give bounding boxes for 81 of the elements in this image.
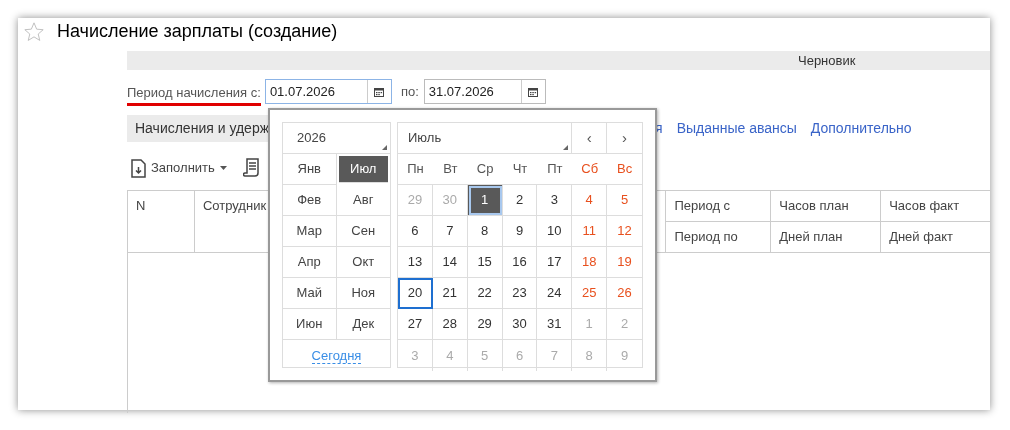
day-cell[interactable]: 9 [502,216,538,247]
month-option[interactable]: Июл [338,156,388,183]
column-header: Период по [666,221,771,252]
day-cell[interactable]: 2 [502,185,538,216]
next-month-button[interactable]: › [607,123,642,154]
month-option[interactable]: Сен [336,216,390,247]
day-cell[interactable]: 1 [467,185,503,216]
day-cell[interactable]: 17 [537,247,573,278]
status-text: Черновик [798,51,856,70]
to-label: по: [400,82,419,101]
previous-month-button[interactable]: ‹ [572,123,608,154]
day-cell[interactable]: 11 [572,216,608,247]
day-cell[interactable]: 22 [467,278,503,309]
document-download-icon [131,158,146,178]
day-cell[interactable]: 15 [467,247,503,278]
date-value: 31.07.2026 [427,83,495,101]
fill-button[interactable]: Заполнить [127,156,227,180]
date-field[interactable]: 01.07.2026 [264,79,392,104]
tab[interactable]: Выданные авансы [672,115,801,142]
column-header: Период с [673,197,732,215]
weekday-label: Пт [537,154,573,185]
month-option[interactable]: Авг [336,185,390,216]
day-cell[interactable]: 24 [537,278,573,309]
day-cell[interactable]: 10 [537,216,573,247]
day-cell[interactable]: 31 [537,309,573,340]
day-cell[interactable]: 30 [502,309,538,340]
day-cell[interactable]: 21 [432,278,468,309]
day-cell[interactable]: 4 [572,185,608,216]
day-cell[interactable]: 8 [467,216,503,247]
month-option[interactable]: Мар [283,216,337,247]
column-header: Часов план [778,197,850,215]
calendar-icon [374,86,385,97]
day-cell[interactable]: 19 [607,247,642,278]
scroll-document-icon[interactable] [242,158,259,178]
month-option[interactable]: Янв [283,154,337,185]
day-cell[interactable]: 20 [398,278,433,309]
day-cell[interactable]: 16 [502,247,538,278]
column-header: Дней план [771,221,881,252]
day-cell[interactable]: 3 [537,185,573,216]
year-selector[interactable]: 2026 [283,123,390,154]
month-option[interactable]: Окт [336,247,390,278]
star-icon[interactable] [23,20,45,43]
day-cell[interactable]: 29 [467,309,503,340]
day-cell[interactable]: 23 [502,278,538,309]
weekday-label: Вс [607,154,642,185]
corner-icon [382,145,387,150]
day-cell[interactable]: 7 [432,216,468,247]
day-cell[interactable]: 6 [398,216,433,247]
calendar-icon [528,86,539,97]
day-cell[interactable]: 14 [432,247,468,278]
today-link[interactable]: Сегодня [311,347,362,364]
column-header: N [135,197,147,215]
day-cell[interactable]: 12 [607,216,642,247]
month-option[interactable]: Фев [283,185,337,216]
column-header: Сотрудник [201,197,268,215]
day-cell[interactable]: 27 [398,309,433,340]
day-cell[interactable]: 25 [572,278,608,309]
day-cell[interactable]: 28 [432,309,468,340]
day-cell[interactable]: 13 [398,247,433,278]
window-title: Начисление зарплаты (создание) [57,20,338,43]
weekday-label: Чт [502,154,538,185]
month-option[interactable]: Июн [283,309,337,340]
date-value: 01.07.2026 [268,83,336,101]
month-option[interactable]: Май [283,278,337,309]
month-option[interactable]: Ноя [336,278,390,309]
weekday-label: Сб [572,154,608,185]
day-cell[interactable]: 26 [607,278,642,309]
day-cell[interactable]: 5 [607,185,642,216]
month-option[interactable]: Дек [336,309,390,340]
day-cell[interactable]: 18 [572,247,608,278]
period-label: Период начисления с: [127,82,261,107]
month-selector[interactable]: Июль [398,123,573,154]
weekday-label: Пн [398,154,433,185]
corner-icon [563,145,569,150]
month-option[interactable]: Апр [283,247,337,278]
weekday-label: Вт [432,154,468,185]
column-header: Дней факт [881,221,990,252]
tab[interactable]: Дополнительно [806,115,916,142]
date-field[interactable]: 31.07.2026 [423,79,546,104]
caret-icon [219,166,227,170]
column-header: Часов факт [888,197,961,215]
